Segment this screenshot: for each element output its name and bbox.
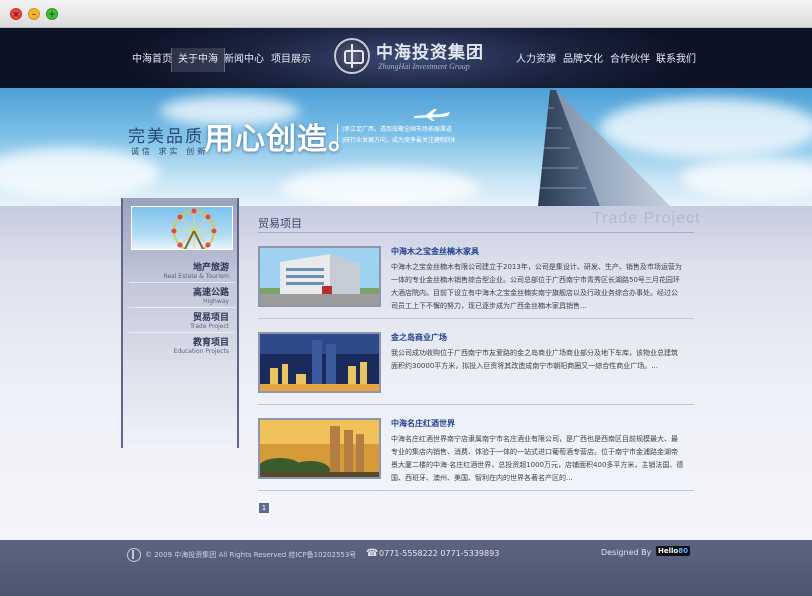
footer-copyright: © 2009 中海投资集团 All Rights Reserved 桂ICP备1… (145, 551, 357, 559)
sidebar-item-real-estate[interactable]: 地产旅游 Real Estate & Tourism (125, 260, 229, 280)
project-title[interactable]: 中海名庄红酒世界 (391, 418, 455, 429)
window-titlebar: × – + (0, 0, 812, 28)
pagination-page-1[interactable]: 1 (259, 503, 269, 513)
skyscraper-illustration (538, 90, 670, 206)
logo-text-en: ZhongHai Investment Group (378, 62, 470, 71)
banner-slogan-big: 用心创造。 (204, 122, 359, 157)
project-thumbnail-sunset-towers[interactable] (258, 418, 381, 479)
hero-banner: 完美品质 用心创造。 诚信 求实 创新 |承立足广西，透而效聚全国市场拓展渠道 … (0, 88, 812, 206)
project-thumbnail-furniture-building[interactable] (258, 246, 381, 307)
site-footer: © 2009 中海投资集团 All Rights Reserved 桂ICP备1… (0, 540, 812, 596)
project-item: 金之岛商业广场 我公司成功收购位于广西南宁市友爱路的金之岛商业广场商业部分及地下… (258, 332, 694, 410)
maximize-window-button[interactable]: + (46, 8, 58, 20)
banner-slogan-values: 诚信 求实 创新 (131, 147, 209, 156)
close-window-button[interactable]: × (10, 8, 22, 20)
designer-badge[interactable]: Hello80 (656, 546, 690, 556)
project-thumbnail-night-skyline[interactable] (258, 332, 381, 393)
project-description: 中海木之宝金丝楠木有限公司建立于2013年，公司是集设计、研发、生产、销售及市场… (391, 263, 682, 310)
section-divider (258, 232, 694, 233)
banner-slogan-small: 完美品质 (128, 127, 204, 147)
section-title: 贸易项目 (258, 217, 302, 230)
nav-item-contact[interactable]: 联系我们 (650, 48, 702, 72)
company-logo[interactable]: 中海投资集团 ZhongHai Investment Group (334, 36, 484, 80)
logo-text-cn: 中海投资集团 (376, 43, 484, 63)
nav-item-hr[interactable]: 人力资源 (510, 48, 562, 72)
nav-item-brand[interactable]: 品牌文化 (557, 48, 609, 72)
footer-phone-numbers: 0771-5558222 0771-5339893 (379, 549, 500, 558)
nav-item-projects[interactable]: 项目展示 (265, 48, 317, 72)
nav-item-about[interactable]: 关于中海 (171, 48, 225, 72)
project-item: 中海木之宝金丝楠木家具 中海木之宝金丝楠木有限公司建立于2013年，公司是集设计… (258, 246, 694, 324)
banner-description: |承立足广西，透而效聚全国市场拓展渠道 |研行业发展方向，成为竞争最关注建制的标… (337, 124, 455, 146)
section-watermark: Trade Project (592, 210, 701, 227)
phone-icon: ☎ (366, 548, 379, 559)
project-item: 中海名庄红酒世界 中海名庄红酒世界南宁店隶属南宁市名庄酒业有限公司，是广西也是西… (258, 418, 694, 496)
minimize-window-button[interactable]: – (28, 8, 40, 20)
sidebar-item-highway[interactable]: 高速公路 Highway (125, 285, 229, 305)
project-description: 中海名庄红酒世界南宁店隶属南宁市名庄酒业有限公司，是广西也是西南区目前规模最大、… (391, 435, 684, 482)
nav-item-news[interactable]: 新闻中心 (218, 48, 270, 72)
footer-designed-by: Designed By (601, 548, 652, 557)
sidebar-item-education[interactable]: 教育项目 Education Projects (125, 335, 229, 355)
project-title[interactable]: 金之岛商业广场 (391, 332, 447, 343)
sidebar-ferris-wheel-image (131, 206, 233, 250)
category-sidebar: 地产旅游 Real Estate & Tourism 高速公路 Highway … (121, 198, 239, 448)
project-title[interactable]: 中海木之宝金丝楠木家具 (391, 246, 479, 257)
footer-logo-icon (127, 548, 141, 562)
sidebar-item-trade[interactable]: 贸易项目 Trade Project (125, 310, 229, 330)
project-description: 我公司成功收购位于广西南宁市友爱路的金之岛商业广场商业部分及地下车库，该物业总建… (391, 349, 678, 370)
top-navigation: 中海首页 关于中海 新闻中心 项目展示 中海投资集团 ZhongHai Inve… (0, 28, 812, 88)
logo-emblem-icon (334, 38, 370, 74)
airplane-icon (414, 109, 450, 121)
nav-item-partners[interactable]: 合作伙伴 (604, 48, 656, 72)
